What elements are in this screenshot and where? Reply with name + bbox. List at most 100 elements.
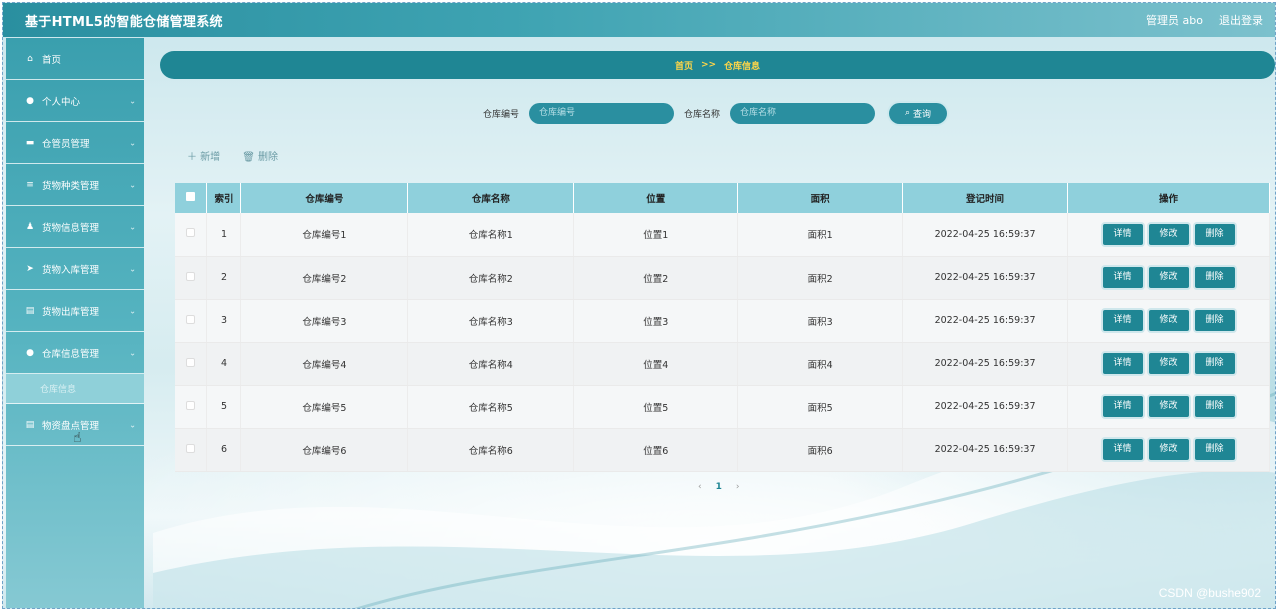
- sidebar-item-0[interactable]: ⌂ 首页: [6, 38, 144, 80]
- row-select-cell[interactable]: [175, 342, 208, 386]
- search-button-label: 查询: [913, 109, 932, 120]
- sliders-icon: ≡: [26, 179, 34, 190]
- row-delete-button[interactable]: 删除: [1194, 223, 1235, 245]
- doc-icon: ▤: [25, 305, 35, 316]
- sidebar-item-3[interactable]: ≡ 货物种类管理 ⌄: [6, 164, 144, 206]
- table-row: 2 仓库编号2 仓库名称2 位置2 面积2 2022-04-25 16:59:37 详情 修改…: [175, 256, 1270, 300]
- row-select-cell[interactable]: [175, 428, 208, 472]
- home-icon: ⌂: [27, 53, 33, 64]
- row-select-cell[interactable]: [175, 385, 208, 429]
- edit-button[interactable]: 修改: [1148, 267, 1189, 288]
- cell-area: 面积5: [737, 385, 904, 429]
- pagination: ‹ 1 ›: [698, 482, 739, 492]
- breadcrumb-home[interactable]: 首页: [675, 59, 693, 72]
- search-button[interactable]: ⌕ 查询: [889, 102, 948, 124]
- row-checkbox[interactable]: [186, 357, 196, 367]
- edit-button[interactable]: 修改: [1148, 439, 1189, 460]
- chevron-down-icon: ⌄: [129, 222, 136, 231]
- search-icon: ⌕: [905, 108, 911, 118]
- sidebar-item-1[interactable]: ● 个人中心 ⌄: [6, 80, 144, 122]
- row-select-cell[interactable]: [175, 256, 208, 300]
- prev-page-button[interactable]: ‹: [698, 482, 702, 492]
- search-bar: 仓库编号 仓库名称 ⌕ 查询: [483, 102, 948, 124]
- cell-index: 3: [206, 299, 242, 343]
- watermark: CSDN @bushe902: [1158, 586, 1261, 600]
- cell-time: 2022-04-25 16:59:37: [902, 342, 1069, 386]
- cell-actions: 详情 修改 删除: [1067, 428, 1270, 472]
- row-select-cell[interactable]: [175, 213, 208, 257]
- breadcrumb: 首页 >> 仓库信息: [160, 51, 1275, 79]
- sidebar-item-7[interactable]: ● 仓库信息管理 ⌄: [6, 332, 144, 374]
- edit-button[interactable]: 修改: [1148, 223, 1189, 245]
- select-all-checkbox[interactable]: [186, 192, 196, 201]
- row-checkbox[interactable]: [186, 228, 196, 238]
- cell-index: 4: [206, 342, 242, 386]
- warehouse-table: 索引 仓库编号 仓库名称 位置 面积 登记时间 操作 1 仓库编号1 仓库名称1 位置…: [175, 183, 1270, 472]
- row-checkbox[interactable]: [186, 314, 196, 324]
- logout-link[interactable]: 退出登录: [1219, 12, 1263, 28]
- header-actions: 操作: [1067, 183, 1270, 213]
- row-delete-button[interactable]: 删除: [1194, 353, 1235, 374]
- detail-button[interactable]: 详情: [1102, 396, 1143, 417]
- current-page[interactable]: 1: [716, 482, 722, 492]
- cell-location: 位置2: [573, 256, 739, 300]
- select-all-header[interactable]: [175, 183, 208, 213]
- edit-button[interactable]: 修改: [1148, 396, 1189, 417]
- sidebar-item-6[interactable]: ▤ 货物出库管理 ⌄: [6, 290, 144, 332]
- warehouse-code-input[interactable]: [529, 102, 675, 124]
- sidebar-item-label: 货物出库管理: [42, 306, 100, 318]
- table-row: 3 仓库编号3 仓库名称3 位置3 面积3 2022-04-25 16:59:37 详情 修改…: [175, 299, 1270, 343]
- detail-button[interactable]: 详情: [1102, 439, 1143, 460]
- detail-button[interactable]: 详情: [1102, 223, 1143, 245]
- row-delete-button[interactable]: 删除: [1194, 439, 1235, 460]
- cell-name: 仓库名称6: [407, 428, 575, 472]
- row-delete-button[interactable]: 删除: [1194, 267, 1235, 288]
- chevron-down-icon: ⌄: [129, 348, 136, 357]
- delete-button[interactable]: 🗑 删除: [242, 148, 278, 163]
- chevron-down-icon: ⌄: [129, 96, 136, 105]
- sidebar-item-label: 货物信息管理: [42, 222, 100, 234]
- cell-area: 面积6: [737, 428, 904, 472]
- detail-button[interactable]: 详情: [1102, 267, 1143, 288]
- user-label[interactable]: 管理员 abo: [1146, 12, 1203, 28]
- chevron-down-icon: ⌄: [129, 180, 136, 189]
- sidebar-item-4[interactable]: ♟ 货物信息管理 ⌄: [6, 206, 144, 248]
- cell-code: 仓库编号1: [240, 213, 409, 257]
- cell-code: 仓库编号2: [240, 256, 409, 300]
- table-row: 5 仓库编号5 仓库名称5 位置5 面积5 2022-04-25 16:59:37 详情 修改…: [175, 385, 1270, 429]
- detail-button[interactable]: 详情: [1102, 353, 1143, 374]
- clipboard-icon: ▤: [25, 419, 35, 430]
- row-checkbox[interactable]: [186, 400, 196, 410]
- breadcrumb-separator: >>: [700, 60, 717, 70]
- next-page-button[interactable]: ›: [736, 482, 740, 492]
- mouse-cursor-icon: ☝: [73, 430, 82, 446]
- cell-name: 仓库名称2: [407, 256, 575, 300]
- row-checkbox[interactable]: [186, 271, 196, 281]
- app-title: 基于HTML5的智能仓储管理系统: [25, 14, 223, 30]
- sidebar-item-5[interactable]: ➤ 货物入库管理 ⌄: [6, 248, 144, 290]
- cell-code: 仓库编号5: [240, 385, 409, 429]
- cell-code: 仓库编号4: [240, 342, 409, 386]
- warehouse-name-label: 仓库名称: [684, 109, 721, 120]
- cell-location: 位置3: [573, 299, 739, 343]
- cell-name: 仓库名称1: [407, 213, 575, 257]
- edit-button[interactable]: 修改: [1148, 310, 1189, 331]
- row-delete-button[interactable]: 删除: [1194, 396, 1235, 417]
- sidebar-item-2[interactable]: ▬ 仓管员管理 ⌄: [6, 122, 144, 164]
- add-button[interactable]: ＋ 新增: [187, 148, 220, 163]
- table-row: 6 仓库编号6 仓库名称6 位置6 面积6 2022-04-25 16:59:37 详情 修改…: [175, 428, 1270, 472]
- detail-button[interactable]: 详情: [1102, 310, 1143, 331]
- warehouse-name-input[interactable]: [730, 102, 876, 124]
- cell-name: 仓库名称5: [407, 385, 575, 429]
- chevron-down-icon: ⌄: [129, 420, 136, 429]
- row-delete-button[interactable]: 删除: [1194, 310, 1235, 331]
- row-checkbox[interactable]: [186, 443, 196, 453]
- row-select-cell[interactable]: [175, 299, 208, 343]
- chevron-down-icon: ⌄: [129, 138, 136, 147]
- action-bar: ＋ 新增 🗑 删除: [187, 148, 278, 163]
- sidebar-item-label: 仓库信息管理: [42, 348, 100, 360]
- edit-button[interactable]: 修改: [1148, 353, 1189, 374]
- sidebar-item-label: 仓管员管理: [42, 138, 90, 150]
- sidebar-subitem-warehouse-info[interactable]: 仓库信息: [6, 374, 144, 404]
- cell-time: 2022-04-25 16:59:37: [902, 299, 1069, 343]
